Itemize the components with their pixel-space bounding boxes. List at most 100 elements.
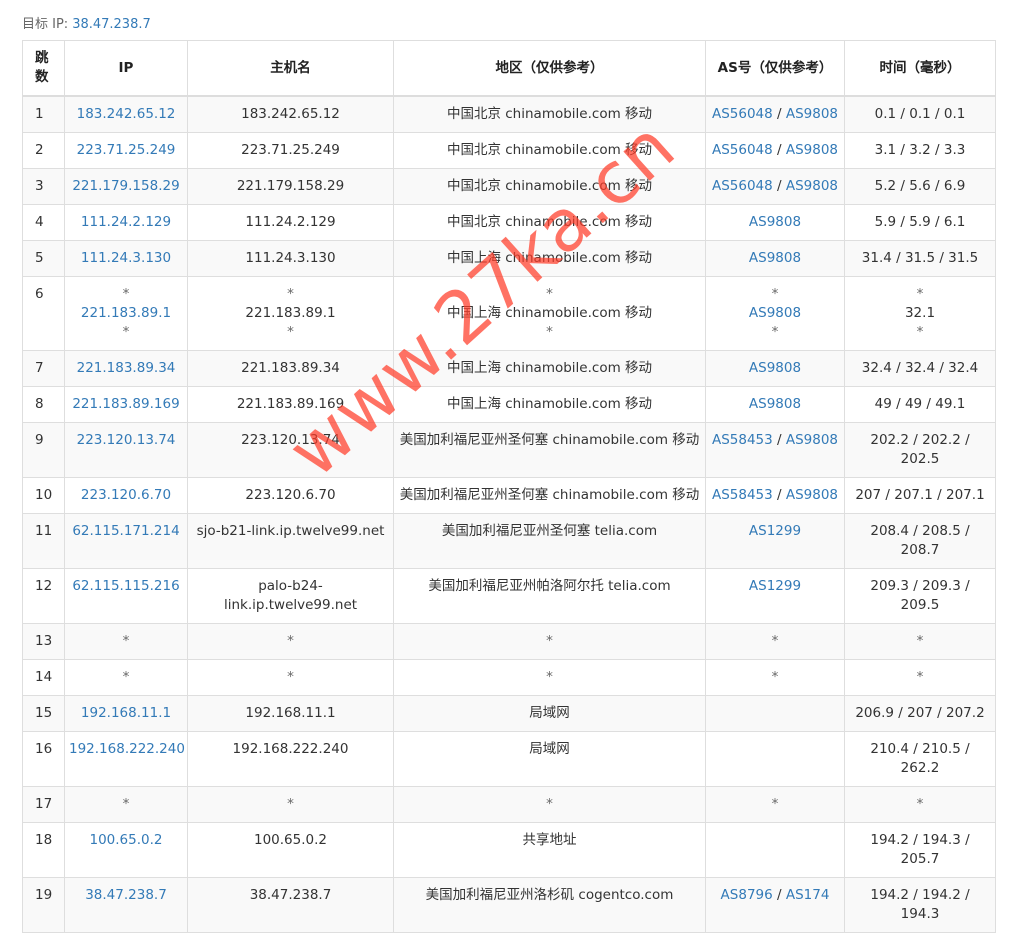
region-value: 中国北京 chinamobile.com 移动 [446,214,653,230]
as-line: * [710,795,840,814]
region-value: 中国北京 chinamobile.com 移动 [446,142,653,158]
as-link[interactable]: AS9808 [749,250,801,266]
table-header-row: 跳 数 IP 主机名 地区（仅供参考） AS号（仅供参考） 时间（毫秒） [22,40,996,97]
as-link[interactable]: AS9808 [749,360,801,376]
ip-value[interactable]: 221.183.89.34 [69,359,183,378]
ip-cell: 221.183.89.169 [64,386,188,423]
region-cell: 局域网 [393,731,706,787]
target-ip-line: 目标 IP: 38.47.238.7 [22,13,151,32]
ip-value: * [122,324,130,340]
region-value: 中国上海 chinamobile.com 移动 [446,305,653,321]
ip-value[interactable]: 223.71.25.249 [69,141,183,160]
as-link[interactable]: AS9808 [786,142,838,158]
ip-value[interactable]: 221.183.89.169 [69,395,183,414]
host-value: * [287,286,294,302]
ip-value[interactable]: 223.120.6.70 [69,486,183,505]
host-value: palo-b24-link.ip.twelve99.net [223,578,358,613]
region-value: * [546,796,553,812]
host-cell: sjo-b21-link.ip.twelve99.net [187,513,394,569]
as-link[interactable]: AS56048 [712,178,773,194]
table-body: 1 183.242.65.12 183.242.65.12 中国北京 chinamob… [22,95,996,933]
as-link[interactable]: AS9808 [749,214,801,230]
ip-cell: 223.71.25.249 [64,132,188,169]
table-row: 7 221.183.89.34 221.183.89.34 中国上海 chinamob… [22,350,996,387]
as-link[interactable]: AS1299 [749,523,801,539]
hop-cell: 16 [22,731,65,787]
host-cell: 38.47.238.7 [187,877,394,933]
ip-value[interactable]: 38.47.238.7 [69,886,183,905]
host-cell: 100.65.0.2 [187,822,394,878]
ip-value[interactable]: 111.24.3.130 [69,249,183,268]
as-link[interactable]: AS58453 [712,432,773,448]
region-value: 中国上海 chinamobile.com 移动 [446,250,653,266]
time-value: 31.4 / 31.5 / 31.5 [861,250,979,266]
region-value: 共享地址 [522,832,577,848]
time-value: 208.4 / 208.5 / 208.7 [870,523,970,558]
col-header-hop: 跳 数 [22,40,65,97]
host-cell: * [187,623,394,660]
table-row: 16 192.168.222.240 192.168.222.240 局域网 210.4… [22,731,996,787]
host-value: 221.179.158.29 [236,178,345,194]
as-link[interactable]: AS9808 [786,178,838,194]
ip-value[interactable]: 192.168.11.1 [69,704,183,723]
as-link[interactable]: AS56048 [712,142,773,158]
host-value: 38.47.238.7 [249,887,332,903]
ip-value[interactable]: 221.179.158.29 [69,177,183,196]
ip-cell: 221.179.158.29 [64,168,188,205]
hop-cell: 3 [22,168,65,205]
hop-cell: 2 [22,132,65,169]
ip-value[interactable]: 62.115.115.216 [69,577,183,596]
as-line: * [710,285,840,304]
table-row: 12 62.115.115.216 palo-b24-link.ip.twelve9… [22,568,996,624]
as-link: * [771,796,779,812]
as-separator: / [772,487,786,503]
as-link[interactable]: AS8796 [721,887,773,903]
table-row: 15 192.168.11.1 192.168.11.1 局域网 206.9 / 207… [22,695,996,732]
as-link[interactable]: AS9808 [786,432,838,448]
ip-value[interactable]: 192.168.222.240 [69,740,185,759]
as-cell: AS56048 / AS9808 [705,95,845,133]
host-value: * [287,669,294,685]
table-row: 9 223.120.13.74 223.120.13.74 美国加利福尼亚州圣何塞 c… [22,422,996,478]
as-link[interactable]: AS9808 [749,396,801,412]
as-link[interactable]: AS56048 [712,106,773,122]
host-cell: 223.120.6.70 [187,477,394,514]
ip-value[interactable]: 100.65.0.2 [69,831,183,850]
region-cell: 中国北京 chinamobile.com 移动 [393,95,706,133]
region-cell: 中国上海 chinamobile.com 移动 [393,350,706,387]
ip-value[interactable]: 183.242.65.12 [69,105,183,124]
host-value: 223.71.25.249 [241,142,340,158]
as-link[interactable]: AS9808 [749,305,801,321]
table-row: 11 62.115.171.214 sjo-b21-link.ip.twelve99… [22,513,996,569]
host-value: 100.65.0.2 [254,832,327,848]
host-value: sjo-b21-link.ip.twelve99.net [196,523,385,539]
as-link[interactable]: AS9808 [786,106,838,122]
host-value: * [287,324,294,340]
host-cell: * 221.183.89.1 * [187,276,394,351]
hop-cell: 15 [22,695,65,732]
ip-value[interactable]: 223.120.13.74 [69,431,183,450]
ip-value: * [122,286,130,302]
ip-cell: 62.115.115.216 [64,568,188,624]
time-value: * [916,633,924,649]
as-link[interactable]: AS1299 [749,578,801,594]
ip-value[interactable]: 62.115.171.214 [69,522,183,541]
ip-value[interactable]: 111.24.2.129 [69,213,183,232]
hop-cell: 14 [22,659,65,696]
host-cell: 192.168.222.240 [187,731,394,787]
hop-cell: 4 [22,204,65,241]
as-link[interactable]: AS174 [786,887,830,903]
ip-value: * [122,796,130,812]
target-ip-value[interactable]: 38.47.238.7 [72,17,151,32]
as-line: AS9808 [710,213,840,232]
region-value: 中国北京 chinamobile.com 移动 [446,178,653,194]
time-cell: 5.2 / 5.6 / 6.9 [844,168,996,205]
ip-value[interactable]: 221.183.89.1 [69,304,183,323]
table-row: 3 221.179.158.29 221.179.158.29 中国北京 chinam… [22,168,996,205]
as-link[interactable]: AS9808 [786,487,838,503]
ip-value: * [122,669,130,685]
region-cell: 中国北京 chinamobile.com 移动 [393,204,706,241]
as-line: AS9808 [710,249,840,268]
region-cell: 中国上海 chinamobile.com 移动 [393,386,706,423]
as-link[interactable]: AS58453 [712,487,773,503]
